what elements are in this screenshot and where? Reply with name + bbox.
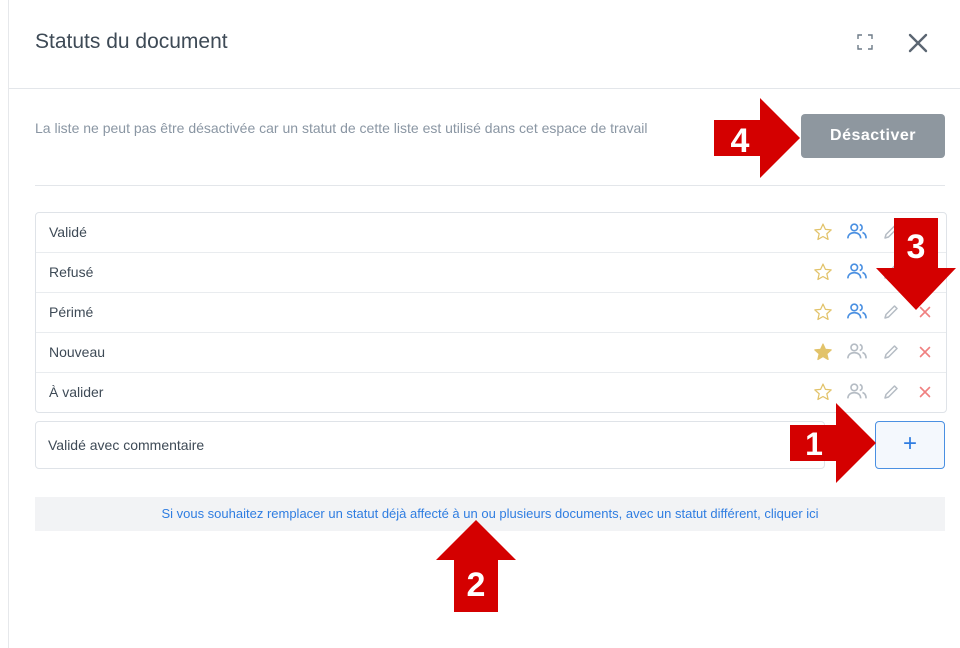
delete-icon[interactable]	[914, 341, 936, 363]
callout-1-label: 1	[805, 426, 823, 462]
status-row: Refusé	[36, 252, 946, 292]
users-icon[interactable]	[846, 301, 868, 323]
new-status-input[interactable]	[35, 421, 825, 469]
status-row: Périmé	[36, 292, 946, 332]
star-icon[interactable]	[812, 261, 834, 283]
star-icon[interactable]	[812, 221, 834, 243]
pencil-icon[interactable]	[880, 381, 902, 403]
callout-4: 4	[714, 98, 800, 178]
callout-4-label: 4	[731, 122, 750, 160]
close-icon[interactable]	[907, 32, 929, 54]
star-icon[interactable]	[812, 381, 834, 403]
status-label: Nouveau	[49, 344, 106, 360]
users-icon[interactable]	[846, 341, 868, 363]
status-actions	[812, 341, 936, 363]
status-actions	[812, 381, 936, 403]
deactivate-button[interactable]: Désactiver	[801, 114, 945, 158]
replace-status-link[interactable]: Si vous souhaitez remplacer un statut dé…	[161, 506, 818, 521]
status-label: Refusé	[49, 264, 94, 280]
pencil-icon[interactable]	[880, 341, 902, 363]
callout-2: 2	[436, 520, 516, 612]
callout-1: 1	[790, 403, 876, 483]
status-label: Validé	[49, 224, 87, 240]
callout-2-label: 2	[467, 566, 486, 604]
delete-icon[interactable]	[914, 381, 936, 403]
users-icon[interactable]	[846, 381, 868, 403]
status-row: Nouveau	[36, 332, 946, 372]
star-icon[interactable]	[812, 341, 834, 363]
callout-3: 3	[876, 218, 956, 310]
deactivation-warning: La liste ne peut pas être désactivée car…	[35, 120, 648, 136]
expand-icon[interactable]	[857, 34, 873, 50]
divider	[35, 185, 945, 186]
callout-3-label: 3	[907, 228, 926, 266]
dialog-header: Statuts du document	[9, 0, 960, 89]
users-icon[interactable]	[846, 261, 868, 283]
star-icon[interactable]	[812, 301, 834, 323]
status-label: À valider	[49, 384, 104, 400]
status-list: Validé Refusé Périmé Nouveau À valider	[35, 212, 947, 413]
status-row: Validé	[36, 213, 946, 252]
dialog-title: Statuts du document	[35, 30, 228, 53]
add-status-button[interactable]: +	[875, 421, 945, 469]
users-icon[interactable]	[846, 221, 868, 243]
status-label: Périmé	[49, 304, 94, 320]
